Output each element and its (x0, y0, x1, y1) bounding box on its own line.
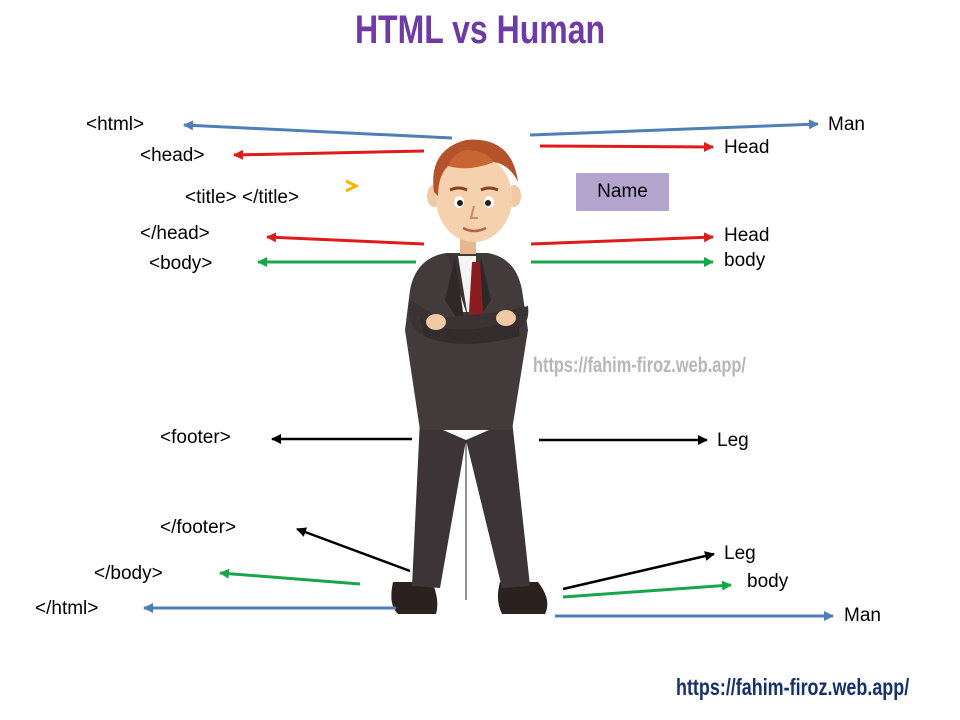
label-head-top: Head (724, 137, 770, 158)
label-footer-open: <footer> (160, 427, 231, 448)
pointer-icon (345, 179, 360, 193)
arrow-man-top (529, 119, 819, 137)
label-html-close: </html> (35, 598, 99, 619)
label-html-open: <html> (86, 114, 145, 135)
label-man-bottom: Man (844, 605, 881, 626)
label-head-open: <head> (140, 145, 205, 166)
arrow-leg-bottom (562, 551, 715, 591)
arrow-html-open (183, 120, 453, 140)
label-body-top: body (724, 250, 766, 271)
label-head-close: </head> (140, 223, 210, 244)
arrow-head-top (539, 141, 714, 152)
label-footer-close: </footer> (160, 517, 237, 538)
label-man-top: Man (828, 114, 865, 135)
arrow-head-close (266, 232, 425, 246)
name-box: Name (576, 173, 669, 211)
arrow-body-bottom (562, 580, 732, 599)
label-body-bottom: body (747, 571, 789, 592)
arrow-head-bottom (530, 232, 714, 246)
watermark-center: https://fahim-firoz.web.app/ (533, 354, 746, 377)
label-title-tags: <title> </title> (185, 187, 300, 208)
label-leg-top: Leg (717, 430, 749, 451)
label-leg-bottom: Leg (724, 543, 756, 564)
arrow-footer-close (296, 527, 411, 573)
diagram-canvas (143, 119, 834, 621)
arrow-body-close (219, 568, 361, 586)
label-head-bottom: Head (724, 225, 770, 246)
businessman-illustration (391, 139, 548, 614)
label-body-close: </body> (94, 563, 163, 584)
watermark-footer: https://fahim-firoz.web.app/ (676, 674, 910, 700)
arrow-head-open (233, 149, 425, 160)
label-body-open: <body> (149, 253, 213, 274)
